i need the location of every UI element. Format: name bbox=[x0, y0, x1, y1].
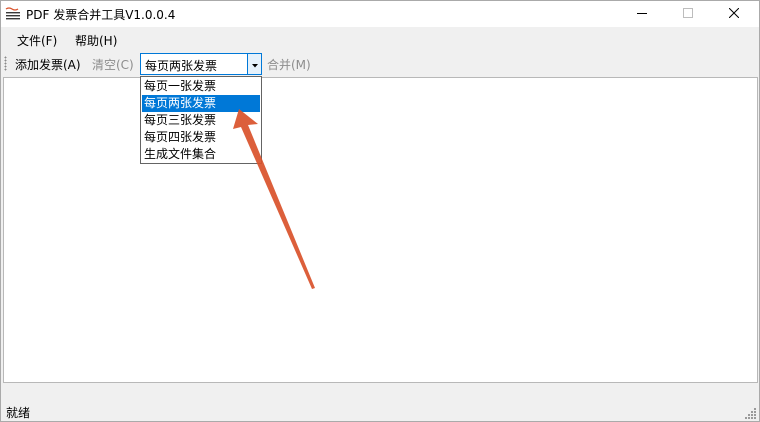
clear-button[interactable]: 清空(C) bbox=[92, 56, 134, 73]
resize-grip-icon[interactable] bbox=[745, 407, 757, 419]
status-bar: 就绪 bbox=[1, 399, 759, 421]
minimize-button[interactable] bbox=[619, 1, 665, 27]
app-window: PDF 发票合并工具V1.0.0.4 文件(F) 帮助(H) 添加发票(A) 清… bbox=[0, 0, 760, 422]
dropdown-option-file-collection[interactable]: 生成文件集合 bbox=[142, 146, 260, 163]
dropdown-option-four-per-page[interactable]: 每页四张发票 bbox=[142, 129, 260, 146]
dropdown-option-two-per-page[interactable]: 每页两张发票 bbox=[142, 95, 260, 112]
dropdown-option-one-per-page[interactable]: 每页一张发票 bbox=[142, 78, 260, 95]
title-bar[interactable]: PDF 发票合并工具V1.0.0.4 bbox=[1, 1, 759, 27]
toolbar: 添加发票(A) 清空(C) 合并(M) bbox=[1, 51, 759, 76]
invoice-list-area[interactable] bbox=[3, 77, 758, 383]
minimize-icon bbox=[637, 7, 647, 21]
close-button[interactable] bbox=[711, 1, 757, 27]
menu-bar: 文件(F) 帮助(H) bbox=[1, 27, 759, 51]
page-mode-dropdown-list: 每页一张发票 每页两张发票 每页三张发票 每页四张发票 生成文件集合 bbox=[140, 76, 262, 164]
dropdown-option-three-per-page[interactable]: 每页三张发票 bbox=[142, 112, 260, 129]
combo-dropdown-button[interactable] bbox=[247, 54, 261, 74]
page-mode-value: 每页两张发票 bbox=[145, 59, 218, 73]
toolbar-grip-icon[interactable] bbox=[4, 56, 7, 71]
merge-button[interactable]: 合并(M) bbox=[267, 56, 311, 73]
maximize-icon bbox=[683, 7, 693, 21]
add-invoice-button[interactable]: 添加发票(A) bbox=[15, 56, 81, 73]
menu-file[interactable]: 文件(F) bbox=[17, 32, 57, 49]
status-text: 就绪 bbox=[6, 406, 31, 420]
page-mode-combo[interactable]: 每页两张发票 bbox=[140, 53, 262, 75]
chevron-down-icon bbox=[251, 57, 258, 71]
maximize-button[interactable] bbox=[665, 1, 711, 27]
close-icon bbox=[728, 7, 740, 21]
window-title: PDF 发票合并工具V1.0.0.4 bbox=[26, 8, 176, 22]
menu-help[interactable]: 帮助(H) bbox=[75, 32, 117, 49]
app-icon bbox=[5, 6, 21, 20]
